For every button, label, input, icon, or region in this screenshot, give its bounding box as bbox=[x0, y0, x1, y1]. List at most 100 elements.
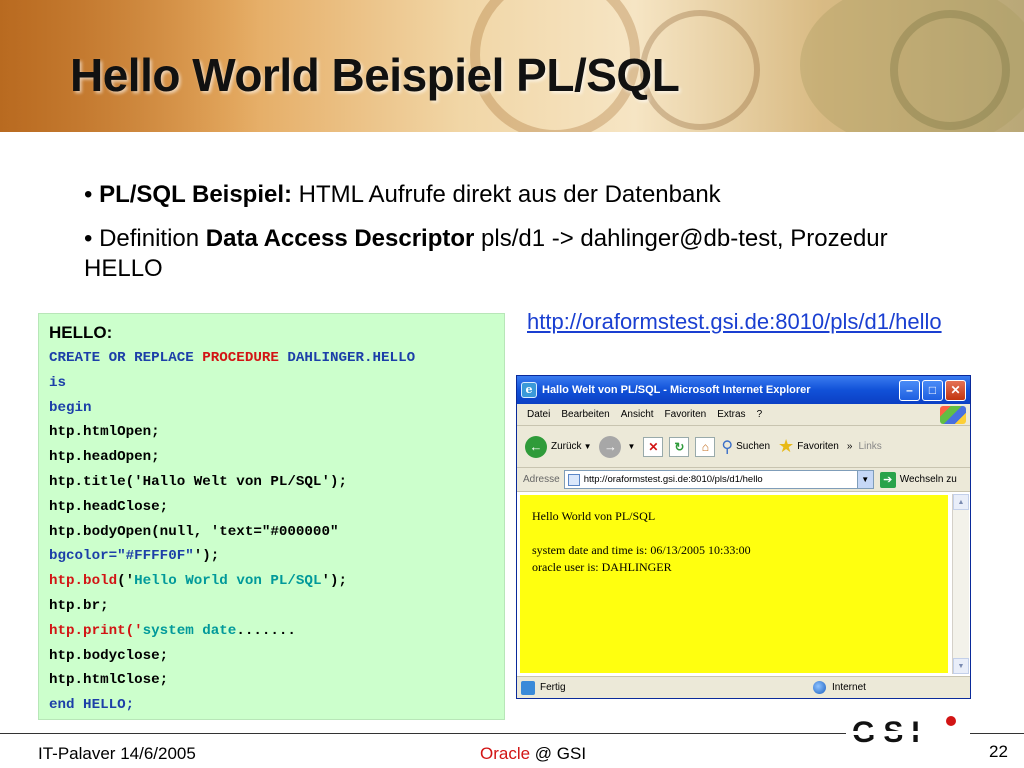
forward-button[interactable]: → ▼ bbox=[599, 435, 635, 458]
back-arrow-icon: ← bbox=[525, 435, 547, 458]
vertical-scrollbar[interactable]: ▲ ▼ bbox=[952, 494, 969, 674]
code-token: htp.bold bbox=[49, 573, 118, 590]
forward-arrow-icon: → bbox=[599, 435, 622, 458]
code-token: Hello World von PL/SQL bbox=[134, 573, 322, 590]
code-listing: HELLO: CREATE OR REPLACE PROCEDURE DAHLI… bbox=[38, 313, 505, 720]
code-token: '); bbox=[321, 573, 348, 590]
search-icon: ⚲ bbox=[721, 438, 734, 456]
code-token: (' bbox=[117, 573, 135, 590]
go-arrow-icon: ➔ bbox=[879, 471, 896, 488]
code-line: is bbox=[49, 371, 494, 396]
code-line: htp.htmlOpen; bbox=[49, 420, 494, 445]
favorites-label: Favoriten bbox=[797, 441, 839, 452]
back-label: Zurück bbox=[551, 441, 582, 452]
hello-url-link[interactable]: http://oraformstest.gsi.de:8010/pls/d1/h… bbox=[527, 306, 967, 338]
back-button[interactable]: ← Zurück ▼ bbox=[525, 435, 592, 458]
menu-bearbeiten[interactable]: Bearbeiten bbox=[561, 409, 609, 420]
code-token: htp.headClose; bbox=[49, 498, 169, 515]
logo-stripe bbox=[846, 731, 970, 735]
minimize-button[interactable]: – bbox=[899, 379, 920, 401]
page-icon bbox=[567, 473, 580, 486]
footer-event-date: IT-Palaver 14/6/2005 bbox=[38, 744, 196, 763]
code-token: htp.headOpen; bbox=[49, 449, 160, 466]
page-heading: Hello World von PL/SQL bbox=[532, 509, 656, 523]
close-button[interactable]: ✕ bbox=[945, 379, 966, 401]
zone-label: Internet bbox=[832, 682, 866, 693]
code-line: CREATE OR REPLACE PROCEDURE DAHLINGER.HE… bbox=[49, 346, 494, 371]
code-line: htp.title('Hallo Welt von PL/SQL'); bbox=[49, 470, 494, 495]
bullet-bold: Data Access Descriptor bbox=[205, 225, 475, 252]
maximize-button[interactable]: □ bbox=[922, 379, 943, 401]
home-icon[interactable]: ⌂ bbox=[695, 436, 716, 457]
refresh-icon[interactable]: ↻ bbox=[669, 436, 690, 457]
chevron-down-icon[interactable]: ▼ bbox=[584, 442, 592, 451]
bullet-item: • Definition Data Access Descriptor pls/… bbox=[84, 224, 964, 284]
browser-titlebar: e Hallo Welt von PL/SQL - Microsoft Inte… bbox=[517, 376, 970, 404]
browser-toolbar: ← Zurück ▼ → ▼ ✕ ↻ ⌂ ⚲ Suchen ★ Favorite… bbox=[517, 426, 970, 468]
stop-icon[interactable]: ✕ bbox=[643, 436, 664, 457]
links-label: Links bbox=[858, 441, 882, 452]
page-line-user: oracle user is: DAHLINGER bbox=[532, 560, 672, 574]
slide-title: Hello World Beispiel PL/SQL bbox=[70, 49, 680, 101]
overflow-label: » bbox=[846, 441, 853, 452]
address-label: Adresse bbox=[523, 474, 560, 485]
code-token: htp.print(' bbox=[49, 622, 143, 639]
windows-logo-icon bbox=[940, 406, 966, 424]
bullet-prefix: • bbox=[84, 181, 100, 208]
code-token: system date bbox=[142, 622, 237, 639]
code-token: htp.htmlOpen; bbox=[49, 424, 160, 441]
scroll-up-icon[interactable]: ▲ bbox=[953, 494, 969, 510]
footer-brand: Oracle bbox=[480, 744, 531, 763]
code-token: htp.htmlClose; bbox=[49, 672, 169, 689]
chevron-down-icon[interactable]: ▼ bbox=[856, 471, 873, 488]
code-line: htp.bodyclose; bbox=[49, 644, 494, 669]
page-line-date: system date and time is: 06/13/2005 10:3… bbox=[532, 543, 751, 557]
code-header: HELLO: bbox=[49, 323, 113, 342]
code-line: begin bbox=[49, 396, 494, 421]
menu-ansicht[interactable]: Ansicht bbox=[621, 409, 654, 420]
scroll-down-icon[interactable]: ▼ bbox=[953, 658, 969, 674]
footer-location: @ GSI bbox=[530, 744, 587, 763]
header-banner: Hello World Beispiel PL/SQL bbox=[0, 0, 1024, 132]
toolbar-overflow[interactable]: » bbox=[847, 441, 853, 452]
code-lines: CREATE OR REPLACE PROCEDURE DAHLINGER.HE… bbox=[49, 346, 494, 718]
code-line: bgcolor="#FFFF0F"'); bbox=[49, 544, 494, 569]
star-icon: ★ bbox=[778, 436, 795, 456]
code-token: htp.title('Hallo Welt von PL/SQL'); bbox=[49, 473, 347, 490]
menu-extras[interactable]: Extras bbox=[717, 409, 745, 420]
links-button[interactable]: Links bbox=[858, 441, 881, 452]
bullet-bold: PL/SQL Beispiel: bbox=[99, 181, 293, 208]
bullet-text: HTML Aufrufe direkt aus der Datenbank bbox=[292, 181, 721, 208]
code-line: htp.headClose; bbox=[49, 495, 494, 520]
banner-decoration bbox=[890, 10, 1010, 130]
browser-statusbar: Fertig Internet bbox=[517, 676, 970, 698]
go-label: Wechseln zu bbox=[899, 474, 957, 485]
globe-icon bbox=[813, 681, 826, 694]
address-input[interactable]: http://oraformstest.gsi.de:8010/pls/d1/h… bbox=[563, 470, 874, 489]
security-zone: Internet bbox=[813, 681, 866, 694]
address-bar: Adresse http://oraformstest.gsi.de:8010/… bbox=[517, 468, 970, 492]
code-token: PROCEDURE bbox=[202, 350, 279, 366]
code-token: CREATE OR REPLACE bbox=[49, 350, 203, 366]
code-line: htp.htmlClose; bbox=[49, 668, 494, 693]
code-token: bgcolor="#FFFF0F" bbox=[49, 548, 194, 565]
browser-title: Hallo Welt von PL/SQL - Microsoft Intern… bbox=[542, 384, 811, 396]
ie-app-icon: e bbox=[521, 382, 537, 398]
chevron-down-icon[interactable]: ▼ bbox=[627, 442, 635, 451]
code-line: htp.br; bbox=[49, 594, 494, 619]
code-line: htp.headOpen; bbox=[49, 445, 494, 470]
favorites-button[interactable]: ★ Favoriten bbox=[778, 436, 839, 457]
code-line: end HELLO; bbox=[49, 693, 494, 718]
code-token: htp.bodyOpen(null, 'text="#000000" bbox=[49, 523, 339, 540]
menu-favoriten[interactable]: Favoriten bbox=[665, 409, 707, 420]
page-number: 22 bbox=[989, 742, 1008, 761]
menu-datei[interactable]: Datei bbox=[527, 409, 550, 420]
go-button[interactable]: ➔ Wechseln zu bbox=[879, 471, 957, 488]
code-token: htp.br; bbox=[49, 597, 109, 614]
code-token: htp.bodyclose; bbox=[49, 647, 169, 664]
browser-content: Hello World von PL/SQL system date and t… bbox=[517, 492, 970, 676]
browser-menubar: Datei Bearbeiten Ansicht Favoriten Extra… bbox=[517, 404, 970, 426]
search-button[interactable]: ⚲ Suchen bbox=[721, 437, 770, 457]
code-token: is bbox=[49, 374, 67, 391]
menu-help[interactable]: ? bbox=[757, 409, 763, 420]
